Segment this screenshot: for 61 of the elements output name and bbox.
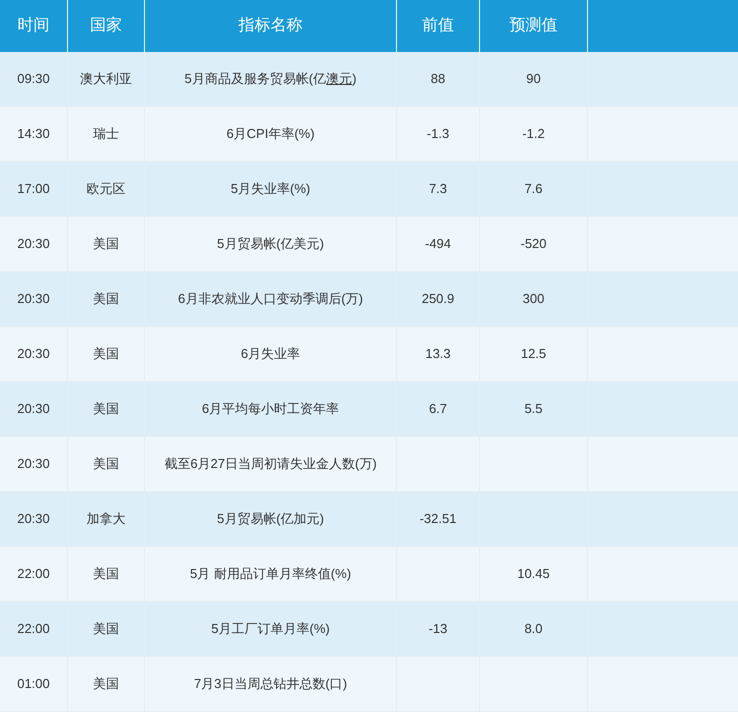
- country-cell-text: 美国: [93, 400, 119, 418]
- previous-value-cell-text: 6.7: [428, 400, 448, 418]
- currency-link[interactable]: 澳元: [326, 69, 352, 89]
- time-cell-text: 20:30: [17, 400, 50, 418]
- indicator-cell-text: 5月贸易帐(亿美元): [217, 235, 324, 254]
- time-cell-text: 20:30: [17, 235, 50, 254]
- time-cell-text: 14:30: [17, 125, 50, 144]
- country-cell-text: 美国: [93, 675, 119, 694]
- country-cell-text: 美国: [93, 345, 119, 364]
- indicator-cell-text: 6月CPI年率(%): [226, 125, 315, 144]
- indicator-cell-text: 5月失业率(%): [230, 180, 310, 198]
- time-cell-text: 01:00: [17, 675, 50, 694]
- time-cell-text: 22:00: [17, 620, 50, 638]
- time-cell-text: 20:30: [17, 455, 50, 474]
- column-header: 时间: [18, 16, 50, 36]
- country-cell-text: 欧元区: [86, 180, 126, 198]
- country-cell-text: 美国: [93, 455, 119, 474]
- column-header: 前值: [422, 16, 454, 36]
- forecast-value-cell-text: -1.2: [522, 125, 545, 144]
- country-cell-text: 美国: [93, 565, 119, 584]
- previous-value-cell-text: 88: [430, 70, 446, 88]
- country-cell-text: 美国: [93, 620, 119, 638]
- indicator-cell-text: 6月失业率: [240, 345, 300, 364]
- previous-value-cell-text: -494: [424, 235, 452, 254]
- country-cell-text: 澳大利亚: [80, 70, 132, 88]
- indicator-cell-text: 5月 耐用品订单月率终值(%): [190, 565, 352, 584]
- previous-value-cell-text: -32.51: [420, 510, 456, 528]
- country-cell-text: 美国: [93, 235, 119, 254]
- indicator-cell-text: 6月平均每小时工资年率: [202, 400, 340, 418]
- forecast-value-cell-text: -520: [520, 235, 547, 254]
- previous-value-cell-text: 7.3: [428, 180, 448, 198]
- time-cell-text: 22:00: [17, 565, 50, 584]
- forecast-value-cell-text: 90: [526, 70, 541, 88]
- previous-value-cell-text: 13.3: [425, 345, 451, 364]
- forecast-value-cell-text: 12.5: [520, 345, 546, 364]
- time-cell-text: 20:30: [17, 290, 50, 308]
- indicator-cell-text: 截至6月27日当周初请失业金人数(万): [164, 455, 377, 474]
- indicator-cell-text: 5月贸易帐(亿加元): [217, 510, 324, 528]
- indicator-cell-text: ): [352, 70, 356, 88]
- forecast-value-cell-text: 8.0: [524, 620, 543, 638]
- country-cell-text: 美国: [93, 290, 119, 308]
- indicator-cell-text: 6月非农就业人口变动季调后(万): [178, 290, 363, 308]
- country-cell-text: 加拿大: [86, 510, 126, 528]
- column-header: 国家: [90, 16, 122, 36]
- previous-value-cell-text: -13: [428, 620, 448, 638]
- indicator-cell-text: 5月商品及服务贸易帐(亿: [184, 70, 326, 88]
- country-cell-text: 瑞士: [93, 125, 119, 144]
- forecast-value-cell-text: 300: [522, 290, 544, 308]
- indicator-cell-text: 5月工厂订单月率(%): [211, 620, 330, 638]
- previous-value-cell-text: -1.3: [426, 125, 450, 144]
- forecast-value-cell-text: 7.6: [524, 180, 543, 198]
- forecast-value-cell-text: 10.45: [517, 565, 550, 584]
- forecast-value-cell-text: 5.5: [524, 400, 543, 418]
- time-cell-text: 20:30: [17, 510, 50, 528]
- column-header: 指标名称: [238, 16, 302, 36]
- time-cell-text: 09:30: [17, 70, 50, 88]
- previous-value-cell-text: 250.9: [422, 290, 454, 308]
- column-header: 预测值: [510, 16, 558, 36]
- time-cell-text: 20:30: [17, 345, 50, 364]
- time-cell-text: 17:00: [17, 180, 50, 198]
- indicator-cell-text: 7月3日当周总钻井总数(口): [194, 675, 348, 694]
